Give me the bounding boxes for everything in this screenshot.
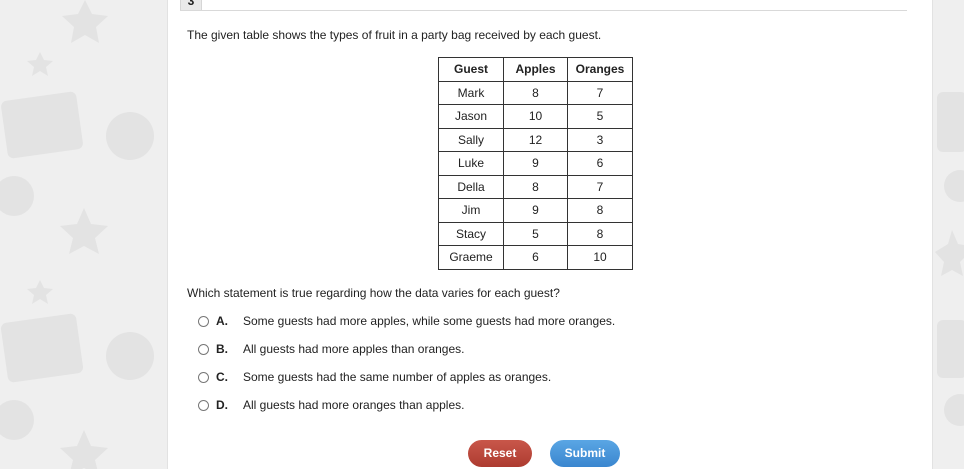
- fruit-table: Guest Apples Oranges Mark 8 7 Jason 10 5…: [438, 57, 633, 270]
- option-letter: A.: [216, 314, 228, 328]
- badge-icon: [106, 332, 154, 380]
- table-cell: Jim: [438, 198, 504, 223]
- reset-button[interactable]: Reset: [468, 440, 532, 467]
- table-cell: 7: [567, 80, 633, 105]
- radio-button[interactable]: [198, 316, 209, 327]
- table-row: Mark 8 7: [438, 80, 633, 105]
- submit-button[interactable]: Submit: [550, 440, 620, 467]
- table-cell: 9: [503, 151, 568, 176]
- table-cell: Stacy: [438, 221, 504, 246]
- column-header: Apples: [503, 57, 568, 82]
- table-cell: 8: [567, 221, 633, 246]
- column-header: Guest: [438, 57, 504, 82]
- option-text: Some guests had the same number of apple…: [243, 370, 552, 384]
- table-row: Jim 9 8: [438, 198, 633, 223]
- option-letter: B.: [216, 342, 228, 356]
- table-row: Stacy 5 8: [438, 221, 633, 246]
- star-icon: [60, 208, 108, 254]
- table-cell: 8: [503, 174, 568, 199]
- table-row: Graeme 6 10: [438, 245, 633, 270]
- badge-icon: [106, 112, 154, 160]
- table-cell: 7: [567, 174, 633, 199]
- table-cell: 5: [567, 104, 633, 129]
- table-cell: Mark: [438, 80, 504, 105]
- list-icon: [0, 313, 84, 383]
- table-row: Luke 9 6: [438, 151, 633, 176]
- table-cell: 10: [567, 245, 633, 270]
- table-row: Sally 12 3: [438, 127, 633, 152]
- table-cell: Jason: [438, 104, 504, 129]
- option-letter: D.: [216, 398, 228, 412]
- radio-button[interactable]: [198, 372, 209, 383]
- table-cell: 8: [567, 198, 633, 223]
- question-intro: The given table shows the types of fruit…: [187, 28, 602, 42]
- table-cell: Della: [438, 174, 504, 199]
- star-icon: [62, 0, 108, 43]
- table-cell: Sally: [438, 127, 504, 152]
- option-text: All guests had more apples than oranges.: [243, 342, 465, 356]
- table-row: Della 8 7: [438, 174, 633, 199]
- option-text: Some guests had more apples, while some …: [243, 314, 616, 328]
- divider: [180, 10, 907, 11]
- table-cell: Graeme: [438, 245, 504, 270]
- option-letter: C.: [216, 370, 228, 384]
- list-icon: [1, 91, 83, 159]
- table-cell: 9: [503, 198, 568, 223]
- table-cell: 12: [503, 127, 568, 152]
- table-cell: 6: [567, 151, 633, 176]
- table-header-row: Guest Apples Oranges: [438, 57, 633, 82]
- option-b[interactable]: B. All guests had more apples than orang…: [198, 342, 798, 358]
- option-a[interactable]: A. Some guests had more apples, while so…: [198, 314, 798, 330]
- column-header: Oranges: [567, 57, 633, 82]
- radio-button[interactable]: [198, 344, 209, 355]
- table-cell: 6: [503, 245, 568, 270]
- table-row: Jason 10 5: [438, 104, 633, 129]
- option-text: All guests had more oranges than apples.: [243, 398, 465, 412]
- question-prompt: Which statement is true regarding how th…: [187, 286, 560, 300]
- table-cell: 5: [503, 221, 568, 246]
- table-cell: 3: [567, 127, 633, 152]
- radio-button[interactable]: [198, 400, 209, 411]
- table-cell: 8: [503, 80, 568, 105]
- question-card: 3 The given table shows the types of fru…: [167, 0, 933, 469]
- table-cell: 10: [503, 104, 568, 129]
- option-d[interactable]: D. All guests had more oranges than appl…: [198, 398, 798, 414]
- table-cell: Luke: [438, 151, 504, 176]
- option-c[interactable]: C. Some guests had the same number of ap…: [198, 370, 798, 386]
